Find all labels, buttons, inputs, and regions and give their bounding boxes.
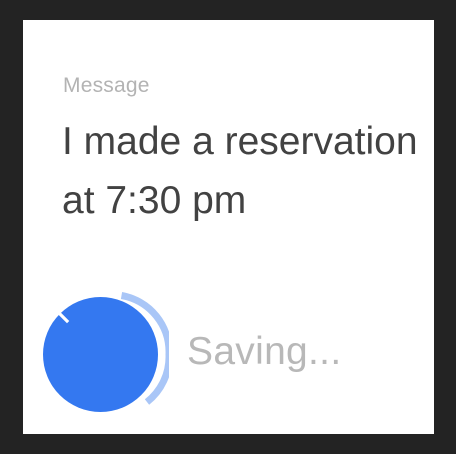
watch-screen: Message I made a reservation at 7:30 pm …	[23, 20, 434, 434]
message-text: I made a reservation at 7:30 pm	[62, 120, 418, 222]
saving-status: Saving...	[187, 330, 342, 373]
save-progress-indicator	[43, 282, 169, 412]
close-icon	[43, 297, 70, 324]
message-label: Message	[63, 74, 150, 97]
cancel-button[interactable]	[43, 297, 158, 412]
